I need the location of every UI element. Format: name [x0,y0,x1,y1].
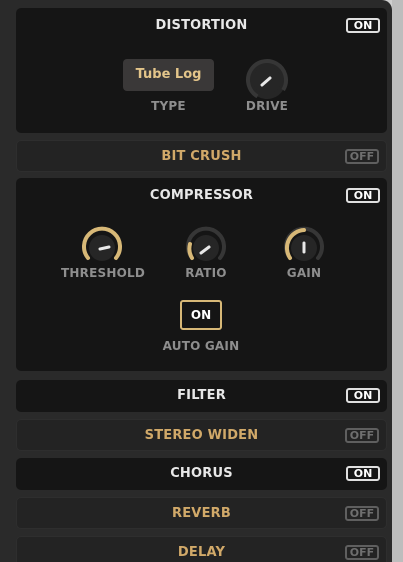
filter-title: FILTER [177,388,226,403]
auto-gain-label: AUTO GAIN [162,339,240,353]
delay-title: DELAY [177,545,226,560]
ratio-knob[interactable] [182,222,230,270]
distortion-type-selector[interactable]: Tube Log [123,59,214,91]
filter-section[interactable]: FILTER ON [16,380,387,412]
effects-panel: DISTORTION ON Tube Log TYPE DRIVE BIT CR… [0,0,392,562]
threshold-knob[interactable] [78,222,126,270]
chorus-section[interactable]: CHORUS ON [16,458,387,490]
drive-knob-graphic [246,59,288,101]
threshold-label: THRESHOLD [61,266,145,280]
filter-toggle[interactable]: ON [346,388,380,403]
threshold-knob-graphic [82,226,122,261]
chorus-toggle[interactable]: ON [346,466,380,481]
drive-knob[interactable] [243,56,291,104]
ratio-label: RATIO [185,266,227,280]
bitcrush-title: BIT CRUSH [161,149,242,164]
delay-section[interactable]: DELAY OFF [16,536,387,562]
auto-gain-button[interactable]: ON [180,300,222,330]
gain-label: GAIN [286,266,322,280]
delay-toggle[interactable]: OFF [345,545,379,560]
compressor-toggle[interactable]: ON [346,188,380,203]
gain-knob[interactable] [280,222,328,270]
type-label: TYPE [151,99,186,113]
scrollbar[interactable] [392,0,403,562]
gain-knob-graphic [284,226,324,261]
stereo-widen-toggle[interactable]: OFF [345,428,379,443]
reverb-section[interactable]: REVERB OFF [16,497,387,529]
bitcrush-toggle[interactable]: OFF [345,149,379,164]
distortion-toggle[interactable]: ON [346,18,380,33]
compressor-section: COMPRESSOR ON THRESHOLD RATIO GAIN ON AU… [16,178,387,371]
bitcrush-section[interactable]: BIT CRUSH OFF [16,140,387,172]
stereo-widen-title: STEREO WIDEN [144,428,259,443]
reverb-toggle[interactable]: OFF [345,506,379,521]
compressor-title: COMPRESSOR [149,188,254,203]
ratio-knob-graphic [186,226,226,261]
stereo-widen-section[interactable]: STEREO WIDEN OFF [16,419,387,451]
distortion-section: DISTORTION ON Tube Log TYPE DRIVE [16,8,387,133]
reverb-title: REVERB [172,506,231,521]
distortion-title: DISTORTION [155,18,248,33]
drive-label: DRIVE [245,99,289,113]
chorus-title: CHORUS [170,466,233,481]
